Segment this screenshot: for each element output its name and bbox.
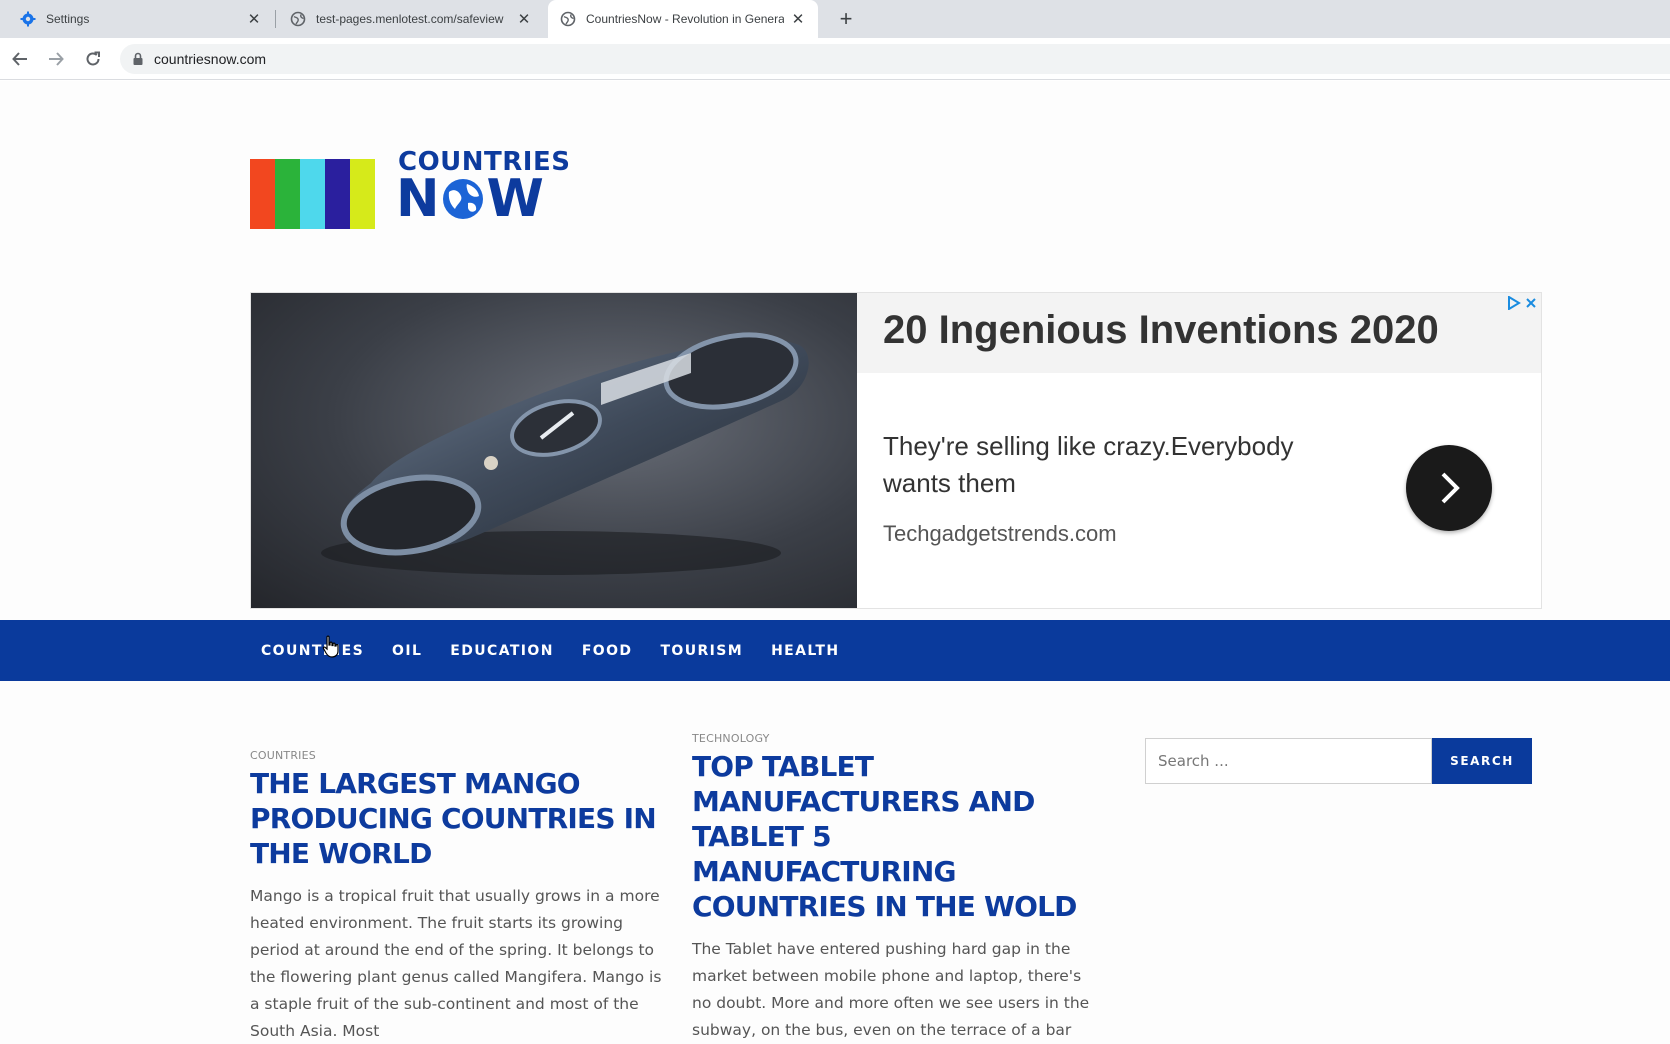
address-bar[interactable]: countriesnow.com (120, 44, 1670, 74)
back-button[interactable] (7, 46, 33, 72)
ad-next-button[interactable] (1406, 445, 1492, 531)
logo-letter-w: W (486, 169, 544, 229)
ad-body-text[interactable]: They're selling like crazy.Everybody wan… (883, 428, 1313, 502)
hand-cursor-icon (322, 635, 339, 658)
article-card: TECHNOLOGY TOP TABLET MANUFACTURERS AND … (692, 732, 1102, 1044)
nav-item-education[interactable]: EDUCATION (450, 643, 554, 659)
article-excerpt: The Tablet have entered pushing hard gap… (692, 940, 1090, 1039)
tab-title: Settings (46, 12, 90, 26)
logo-letter-n: N (396, 169, 440, 229)
article-category[interactable]: COUNTRIES (250, 749, 670, 762)
lock-icon (133, 52, 143, 65)
logo-bar (275, 159, 300, 229)
search-button[interactable]: SEARCH (1432, 738, 1532, 784)
close-icon[interactable]: ✕ (246, 11, 262, 28)
ad-product-image[interactable] (251, 293, 857, 608)
new-tab-button[interactable]: + (832, 5, 860, 33)
browser-toolbar: countriesnow.com (0, 38, 1670, 80)
web-page: COUNTRIES NW 20 Ingenious Inventions 202… (0, 81, 1670, 1044)
forward-arrow-icon (49, 52, 64, 66)
tab-title: test-pages.menlotest.com/safeview (316, 12, 504, 26)
article-excerpt: Mango is a tropical fruit that usually g… (250, 887, 662, 1040)
url-text: countriesnow.com (154, 51, 267, 67)
site-logo[interactable]: COUNTRIES NW (250, 147, 570, 229)
search-widget: SEARCH (1145, 738, 1532, 784)
globe-icon (560, 11, 576, 27)
cigar-cutter-image (321, 332, 809, 575)
nav-item-oil[interactable]: OIL (392, 643, 422, 659)
gear-icon (20, 11, 36, 27)
article-title[interactable]: THE LARGEST MANGO PRODUCING COUNTRIES IN… (250, 766, 670, 871)
logo-text-now: NW (396, 169, 544, 229)
globe-icon (290, 11, 306, 27)
reload-icon (86, 51, 100, 66)
logo-bar (350, 159, 375, 229)
ad-choices[interactable] (1507, 296, 1537, 310)
nav-item-health[interactable]: HEALTH (771, 643, 839, 659)
reload-button[interactable] (80, 46, 106, 72)
tab-countriesnow[interactable]: CountriesNow - Revolution in General ✕ (548, 0, 818, 38)
close-icon[interactable]: ✕ (516, 11, 532, 28)
tab-divider (275, 10, 276, 28)
nav-item-food[interactable]: FOOD (582, 643, 633, 659)
forward-button[interactable] (43, 46, 69, 72)
search-input[interactable] (1145, 738, 1432, 784)
article-card: COUNTRIES THE LARGEST MANGO PRODUCING CO… (250, 749, 670, 1044)
logo-bar (325, 159, 350, 229)
logo-color-bars (250, 159, 375, 229)
article-title[interactable]: TOP TABLET MANUFACTURERS AND TABLET 5 MA… (692, 749, 1102, 924)
globe-icon (442, 179, 483, 219)
close-icon[interactable]: ✕ (790, 11, 806, 28)
logo-bar (250, 159, 275, 229)
main-navigation: COUNTRIES OIL EDUCATION FOOD TOURISM HEA… (0, 620, 1670, 681)
logo-bar (300, 159, 325, 229)
tab-strip: Settings ✕ test-pages.menlotest.com/safe… (0, 0, 1670, 38)
adchoices-icon[interactable] (1507, 296, 1521, 310)
chevron-right-icon (1441, 472, 1460, 504)
close-icon[interactable] (1525, 297, 1537, 309)
ad-domain[interactable]: Techgadgetstrends.com (883, 521, 1117, 547)
back-arrow-icon (12, 52, 27, 66)
tab-settings[interactable]: Settings ✕ (8, 0, 274, 38)
nav-item-countries[interactable]: COUNTRIES (261, 643, 364, 659)
nav-item-tourism[interactable]: TOURISM (660, 643, 743, 659)
tab-title: CountriesNow - Revolution in General (586, 12, 784, 26)
advertisement[interactable]: 20 Ingenious Inventions 2020 They're sel… (250, 292, 1542, 609)
article-category[interactable]: TECHNOLOGY (692, 732, 1102, 745)
tab-safeview[interactable]: test-pages.menlotest.com/safeview ✕ (278, 0, 544, 38)
ad-headline[interactable]: 20 Ingenious Inventions 2020 (883, 308, 1439, 353)
